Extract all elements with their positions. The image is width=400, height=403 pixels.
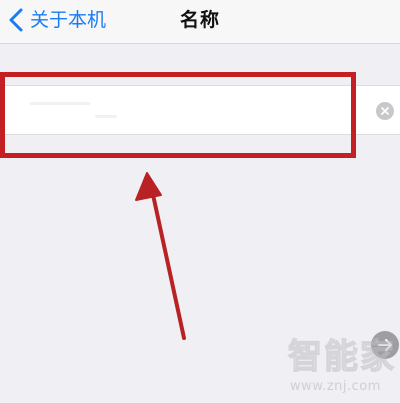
scroll-next-button[interactable]: [371, 331, 399, 359]
arrow-right-icon: [378, 339, 392, 351]
clear-x-icon: [381, 107, 389, 115]
blurred-text: [95, 115, 117, 118]
name-field[interactable]: [18, 92, 362, 130]
page-title: 名称: [179, 9, 220, 31]
name-cell: [0, 85, 400, 135]
blurred-text: [30, 102, 90, 105]
annotation-arrow: [135, 172, 186, 340]
clear-text-button[interactable]: [376, 102, 394, 120]
watermark-url: www.znj.com: [290, 379, 381, 394]
navigation-bar: 关于本机 名称: [0, 0, 400, 44]
